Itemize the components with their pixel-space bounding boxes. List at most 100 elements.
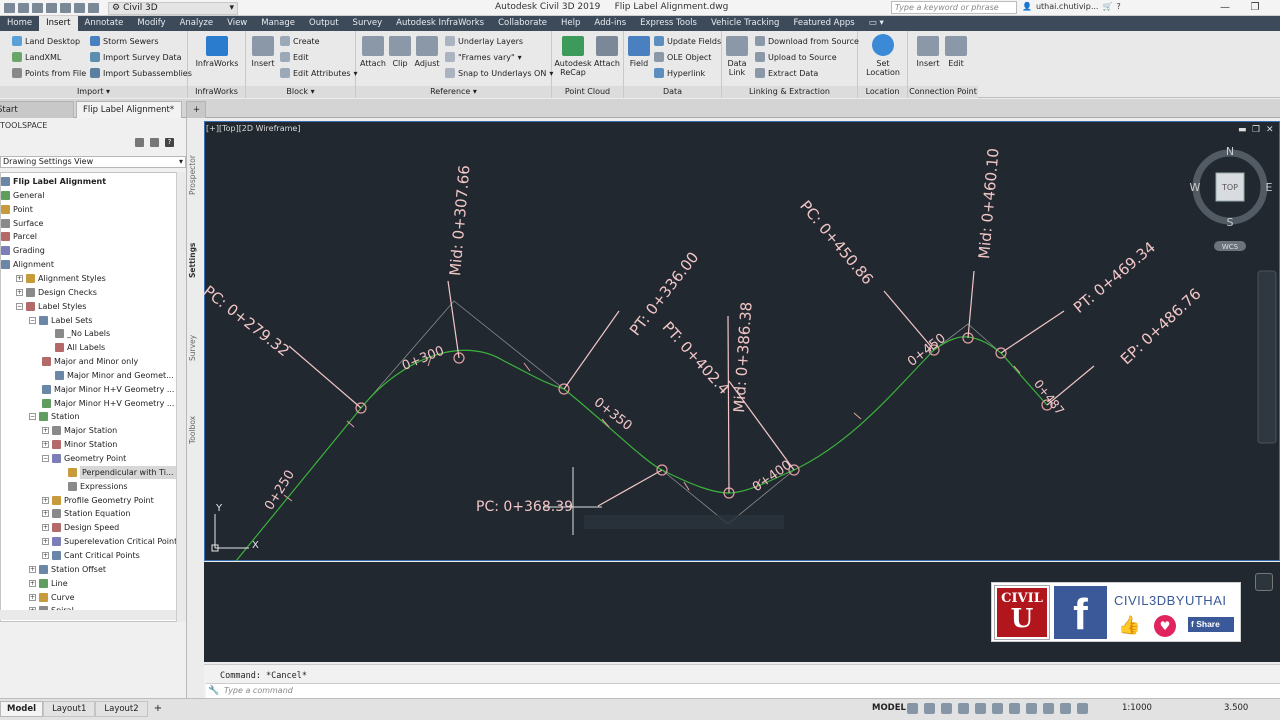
points-from-file-button[interactable]: Points from File [12, 68, 86, 78]
model-space-button[interactable]: MODEL [872, 703, 906, 713]
expand-icon[interactable]: + [29, 579, 36, 587]
grid-icon[interactable] [907, 703, 918, 714]
dragging-label[interactable]: PC: 0+368.39 [476, 499, 573, 515]
expand-icon[interactable]: + [16, 274, 23, 282]
ribbon-tab-survey[interactable]: Survey [346, 16, 390, 31]
panel-icon[interactable] [150, 138, 159, 147]
tree-item[interactable]: Expressions [68, 480, 128, 493]
frames-dropdown[interactable]: "Frames vary" ▾ [445, 52, 522, 62]
snap-underlays-dropdown[interactable]: Snap to Underlays ON ▾ [445, 68, 553, 78]
lineweight-icon[interactable] [1009, 703, 1020, 714]
survey-tab[interactable]: Survey [188, 330, 202, 365]
view-dropdown[interactable]: Drawing Settings View ▾ [0, 156, 186, 168]
set-location-button[interactable]: Set Location [860, 34, 906, 77]
restore-button[interactable]: ❐ [1240, 0, 1270, 16]
workspace-dropdown[interactable]: ⚙ Civil 3D ▾ [108, 1, 238, 15]
expand-icon[interactable]: + [29, 593, 36, 601]
tab-layout2[interactable]: Layout2 [95, 701, 148, 717]
tree-item[interactable]: Major Minor H+V Geometry ... [42, 383, 174, 396]
tree-item[interactable]: Parcel [1, 230, 37, 243]
expand-icon[interactable]: + [42, 441, 49, 449]
snap-icon[interactable] [924, 703, 935, 714]
tab-flip-label-alignment[interactable]: Flip Label Alignment* ✕ [76, 101, 182, 131]
expand-icon[interactable]: − [42, 455, 49, 462]
tree-item[interactable]: Flip Label Alignment [1, 175, 106, 188]
ribbon-tab-featured-apps[interactable]: Featured Apps [786, 16, 861, 31]
ole-object-button[interactable]: OLE Object [654, 52, 711, 62]
tree-item[interactable]: Major Minor H+V Geometry ... [42, 397, 174, 410]
field-button[interactable]: Field [626, 36, 652, 68]
cart-icon[interactable]: 🛒 [1102, 2, 1112, 11]
attach-button[interactable]: Attach [358, 36, 388, 68]
toolbox-tab[interactable]: Toolbox [188, 410, 202, 450]
tree-item[interactable]: Major and Minor only [42, 355, 138, 368]
tab-layout1[interactable]: Layout1 [43, 701, 96, 717]
reference-group-label[interactable]: Reference ▾ [356, 86, 551, 98]
tree-item[interactable]: + Station Offset [29, 563, 106, 576]
ribbon-tab-modify[interactable]: Modify [130, 16, 172, 31]
connection-insert-button[interactable]: Insert [914, 36, 942, 68]
tree-item[interactable]: + Major Station [42, 424, 117, 437]
tree-item[interactable]: General [1, 189, 45, 202]
ribbon-tab-annotate[interactable]: Annotate [78, 16, 131, 31]
update-fields-button[interactable]: Update Fields [654, 36, 721, 46]
infraworks-button[interactable]: InfraWorks [194, 36, 240, 68]
point-cloud-attach-button[interactable]: Attach [592, 36, 622, 68]
ribbon-tab-help[interactable]: Help [554, 16, 587, 31]
tree-item[interactable]: − Label Sets [29, 314, 92, 327]
tree-item[interactable]: − Label Styles [16, 300, 86, 313]
layout-toggle-icon[interactable] [1255, 573, 1273, 591]
tree-item[interactable]: Point [1, 203, 33, 216]
hyperlink-button[interactable]: Hyperlink [654, 68, 705, 78]
annotation-scale[interactable]: 1:1000 [1122, 703, 1152, 713]
tree-item[interactable]: _No Labels [55, 327, 110, 340]
viewcube[interactable]: TOP N S E W WCS [1190, 145, 1273, 251]
ribbon-tab-insert[interactable]: Insert [39, 16, 78, 31]
land-desktop-button[interactable]: Land Desktop [12, 36, 80, 46]
ribbon-tab-add-ins[interactable]: Add-ins [587, 16, 633, 31]
redo-icon[interactable] [88, 3, 99, 13]
download-source-button[interactable]: Download from Source [755, 36, 859, 46]
ribbon-tab-view[interactable]: View [220, 16, 254, 31]
ribbon-tab-analyze[interactable]: Analyze [173, 16, 221, 31]
tree-item[interactable]: Grading [1, 244, 45, 257]
tree-item[interactable]: Perpendicular with Ti... [68, 465, 176, 479]
ribbon-tab-express-tools[interactable]: Express Tools [633, 16, 704, 31]
search-input[interactable]: Type a keyword or phrase [891, 1, 1017, 14]
print-icon[interactable] [60, 3, 71, 13]
tree-item[interactable]: + Line [29, 577, 68, 590]
ribbon-tab-manage[interactable]: Manage [254, 16, 302, 31]
elevation-value[interactable]: 3.500 [1224, 703, 1248, 713]
tree-item[interactable]: + Profile Geometry Point [42, 494, 154, 507]
navigation-bar[interactable] [1257, 270, 1277, 444]
tree-hscrollbar[interactable] [0, 610, 176, 620]
import-survey-data-button[interactable]: Import Survey Data [90, 52, 182, 62]
underlay-layers-button[interactable]: Underlay Layers [445, 36, 523, 46]
tree-item[interactable]: + Station Equation [42, 507, 130, 520]
ribbon-tab-home[interactable]: Home [0, 16, 39, 31]
expand-icon[interactable]: + [42, 538, 49, 546]
expand-icon[interactable]: + [16, 288, 23, 296]
annotation-visibility-icon[interactable] [1060, 703, 1071, 714]
ribbon-options-icon[interactable]: ▭ ▾ [862, 16, 891, 31]
recap-button[interactable]: Autodesk ReCap [554, 36, 592, 77]
clip-button[interactable]: Clip [387, 36, 413, 68]
polar-icon[interactable] [958, 703, 969, 714]
upload-source-button[interactable]: Upload to Source [755, 52, 837, 62]
command-input[interactable]: 🔧 Type a command [206, 683, 1280, 698]
tree-item[interactable]: + Superelevation Critical Points [42, 535, 181, 548]
insert-block-button[interactable]: Insert [248, 36, 278, 68]
tree-item[interactable]: + Design Speed [42, 521, 119, 534]
tree-item[interactable]: + Minor Station [42, 438, 117, 451]
tree-item[interactable]: All Labels [55, 341, 105, 354]
tree-item[interactable]: + Curve [29, 591, 75, 604]
add-layout-button[interactable]: + [148, 701, 168, 717]
user-account[interactable]: 👤 uthai.chutivip... 🛒 ? [1022, 2, 1121, 11]
expand-icon[interactable]: − [29, 413, 36, 421]
ribbon-tab-collaborate[interactable]: Collaborate [491, 16, 554, 31]
save-icon[interactable] [32, 3, 43, 13]
selection-cycling-icon[interactable] [1043, 703, 1054, 714]
ribbon-tab-autodesk-infraworks[interactable]: Autodesk InfraWorks [389, 16, 491, 31]
ribbon-tab-output[interactable]: Output [302, 16, 346, 31]
edit-attributes-button[interactable]: Edit Attributes ▾ [280, 68, 358, 78]
